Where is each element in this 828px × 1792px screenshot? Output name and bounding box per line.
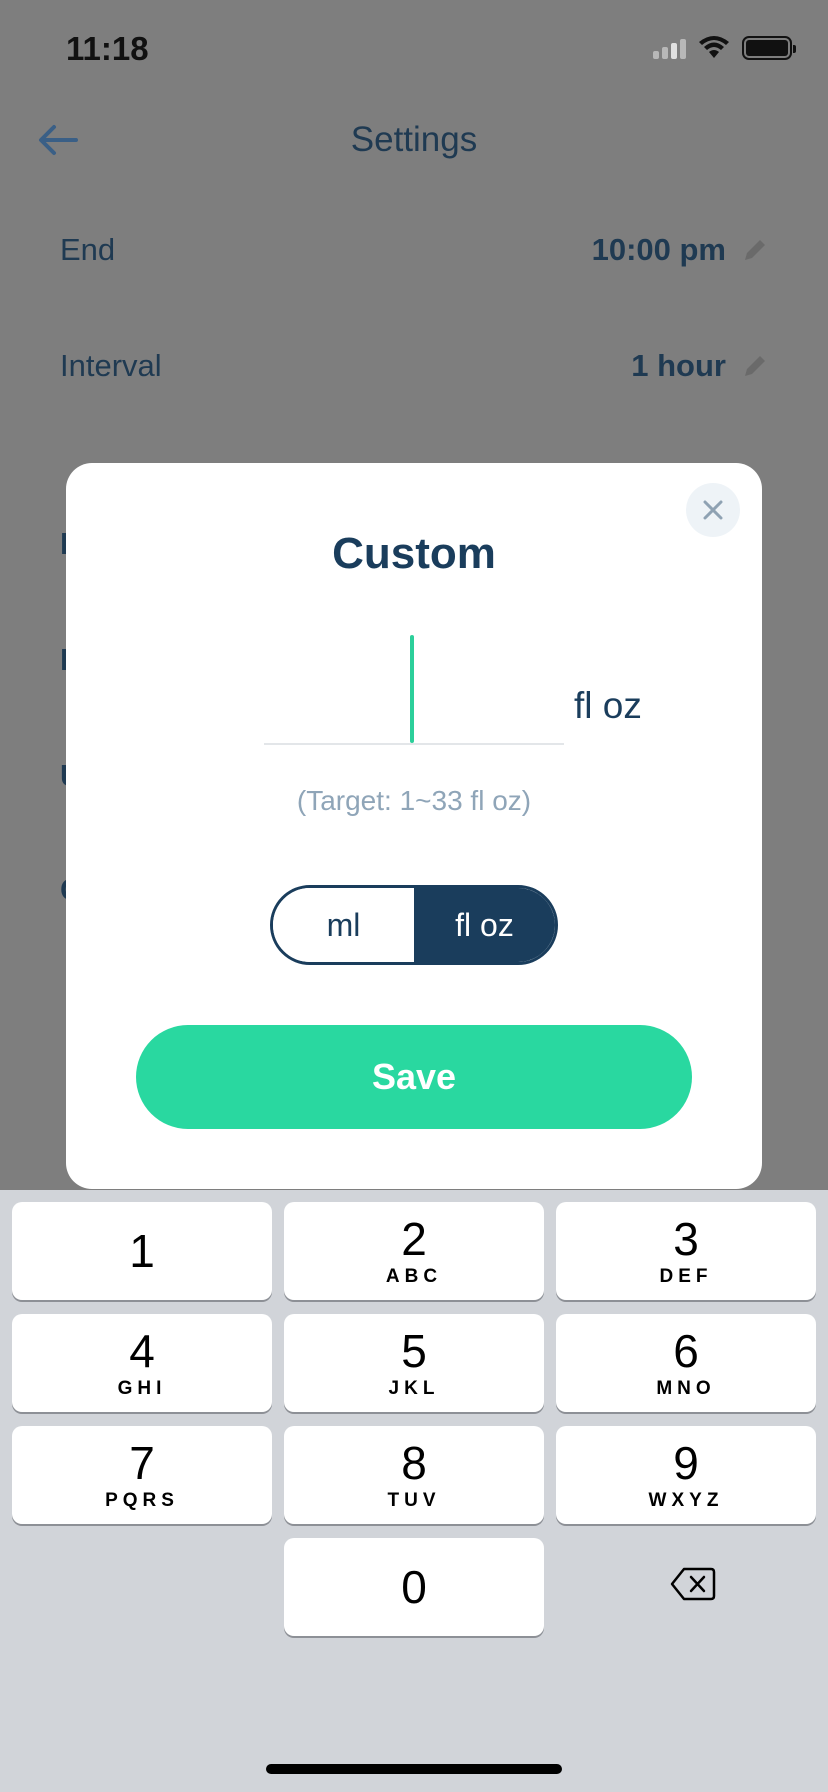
unit-option-ml[interactable]: ml [273,888,414,962]
row-label: End [60,232,116,267]
key-letters: GHI [117,1378,167,1399]
wifi-icon [699,36,729,58]
key-digit: 7 [129,1437,155,1489]
key-letters: WXYZ [648,1490,724,1511]
close-icon [703,500,723,520]
key-letters: DEF [659,1266,713,1287]
key-letters: PQRS [105,1490,179,1511]
row-value-group: 1 hour [631,348,768,384]
nav-bar: Settings [0,100,828,180]
unit-suffix: fl oz [574,685,642,726]
cellular-signal-icon [653,37,686,59]
key-letters: ABC [385,1266,443,1287]
target-hint: (Target: 1~33 fl oz) [296,785,532,816]
unit-toggle: ml fl oz [270,885,558,965]
page-title: Settings [350,120,478,159]
key-9[interactable]: 9 WXYZ [556,1426,816,1524]
pencil-icon[interactable] [742,353,768,379]
text-caret [410,635,414,743]
row-label: Interval [60,348,162,383]
settings-row-interval[interactable]: Interval 1 hour [60,336,768,396]
key-digit: 8 [401,1437,427,1489]
key-digit: 2 [401,1213,427,1265]
status-time: 11:18 [66,30,149,67]
amount-input[interactable] [264,629,564,743]
key-digit: 9 [673,1437,699,1489]
row-value: 10:00 pm [591,232,726,267]
custom-amount-dialog: Custom fl oz (Target: 1~33 fl oz) ml fl … [66,463,762,1189]
amount-input-container[interactable] [264,629,564,745]
status-bar: 11:18 [0,0,828,100]
pencil-icon[interactable] [742,237,768,263]
save-button[interactable]: Save [136,1025,692,1129]
key-2[interactable]: 2 ABC [284,1202,544,1300]
key-0[interactable]: 0 [284,1538,544,1636]
key-8[interactable]: 8 TUV [284,1426,544,1524]
key-6[interactable]: 6 MNO [556,1314,816,1412]
row-value-group: 10:00 pm [592,232,768,268]
key-3[interactable]: 3 DEF [556,1202,816,1300]
key-1[interactable]: 1 [12,1202,272,1300]
key-digit: 6 [673,1325,699,1377]
key-digit: 1 [129,1225,155,1277]
settings-row-end[interactable]: End 10:00 pm [60,220,768,280]
key-letters: TUV [387,1490,441,1511]
key-digit: 4 [129,1325,155,1377]
key-digit: 3 [673,1213,699,1265]
key-5[interactable]: 5 JKL [284,1314,544,1412]
key-digit: 0 [401,1561,427,1613]
row-value: 1 hour [631,348,726,383]
unit-option-fl-oz[interactable]: fl oz [414,888,555,962]
battery-icon [742,36,796,60]
numeric-keyboard: 1 2 ABC 3 DEF 4 GHI 5 JKL 6 MNO 7 PQRS 8… [0,1190,828,1792]
delete-backspace-icon[interactable] [670,1566,716,1602]
key-letters: JKL [388,1378,440,1399]
key-digit: 5 [401,1325,427,1377]
home-indicator [266,1764,562,1774]
key-7[interactable]: 7 PQRS [12,1426,272,1524]
key-letters: MNO [656,1378,716,1399]
status-icons [653,36,796,60]
dialog-title: Custom [332,529,496,578]
key-4[interactable]: 4 GHI [12,1314,272,1412]
